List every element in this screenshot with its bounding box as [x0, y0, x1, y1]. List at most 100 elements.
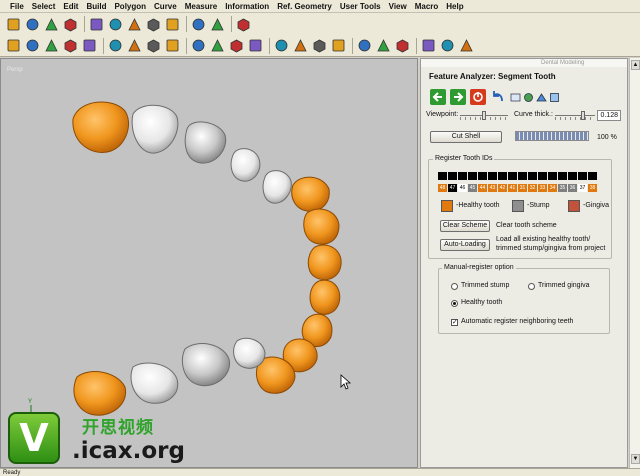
tooth-id-47[interactable]: 47 [448, 184, 457, 192]
copy-icon[interactable] [126, 16, 143, 33]
cut-shell-button[interactable]: Cut Shell [430, 131, 502, 143]
3d-viewport[interactable]: Persp Y [0, 58, 418, 468]
auto-register-checkbox[interactable]: ✓ [451, 319, 458, 326]
shade-icon[interactable] [190, 37, 207, 54]
viewpoint-slider[interactable] [460, 111, 508, 120]
clear-scheme-button[interactable]: Clear Scheme [440, 220, 490, 232]
gingiva-swatch[interactable] [568, 200, 580, 212]
menu-help[interactable]: Help [442, 2, 467, 11]
delete-icon[interactable] [164, 16, 181, 33]
curve-thickness-input[interactable]: 0.128 [597, 110, 621, 121]
forward-arrow-icon[interactable] [450, 89, 466, 105]
tooth-selector-34[interactable] [548, 172, 557, 180]
sphere-icon[interactable] [330, 37, 347, 54]
tooth-id-38[interactable]: 38 [588, 184, 597, 192]
tooth-id-48[interactable]: 48 [438, 184, 447, 192]
rotate-icon[interactable] [62, 37, 79, 54]
menu-select[interactable]: Select [28, 2, 60, 11]
menu-file[interactable]: File [6, 2, 28, 11]
scroll-up-icon[interactable]: ▲ [631, 60, 640, 70]
tooth-selector-41[interactable] [508, 172, 517, 180]
view-icon[interactable] [549, 92, 560, 103]
front-view-icon[interactable] [107, 37, 124, 54]
tooth-id-31[interactable]: 31 [518, 184, 527, 192]
menu-information[interactable]: Information [221, 2, 273, 11]
tooth-id-43[interactable]: 43 [488, 184, 497, 192]
menu-edit[interactable]: Edit [59, 2, 82, 11]
viewpoint-slider-thumb[interactable] [482, 111, 486, 120]
tooth-selector-32[interactable] [528, 172, 537, 180]
lightning-icon[interactable] [420, 37, 437, 54]
select-arrow-icon[interactable] [235, 16, 252, 33]
globe-icon[interactable] [311, 37, 328, 54]
render-icon[interactable] [228, 37, 245, 54]
tooth-selector-46[interactable] [458, 172, 467, 180]
save-icon[interactable] [43, 16, 60, 33]
tooth-selector-44[interactable] [478, 172, 487, 180]
tooth-selector-31[interactable] [518, 172, 527, 180]
pan-icon[interactable] [81, 37, 98, 54]
tooth-id-36[interactable]: 36 [568, 184, 577, 192]
side-view-icon[interactable] [145, 37, 162, 54]
tooth-selector-42[interactable] [498, 172, 507, 180]
grid-icon[interactable] [394, 37, 411, 54]
menu-view[interactable]: View [385, 2, 411, 11]
tooth-selector-36[interactable] [568, 172, 577, 180]
tooth-id-41[interactable]: 41 [508, 184, 517, 192]
tooth-selector-37[interactable] [578, 172, 587, 180]
tooth-selector-38[interactable] [588, 172, 597, 180]
color-icon[interactable] [439, 37, 456, 54]
tooth-id-35[interactable]: 35 [558, 184, 567, 192]
new-file-icon[interactable] [5, 16, 22, 33]
healthy-tooth-radio[interactable] [451, 300, 458, 307]
tooth-selector-33[interactable] [538, 172, 547, 180]
auto-loading-button[interactable]: Auto-Loading [440, 239, 490, 251]
panel-scrollbar[interactable]: ▲ ▼ [629, 58, 640, 468]
tooth-selector-35[interactable] [558, 172, 567, 180]
menu-ref-geometry[interactable]: Ref. Geometry [273, 2, 336, 11]
import-icon[interactable] [88, 16, 105, 33]
menu-measure[interactable]: Measure [181, 2, 221, 11]
redo-icon[interactable] [209, 16, 226, 33]
tooth-id-46[interactable]: 46 [458, 184, 467, 192]
trimmed-gingiva-radio[interactable] [528, 283, 535, 290]
open-file-icon[interactable] [24, 16, 41, 33]
dental-arch-model[interactable]: Y [1, 59, 418, 468]
help-icon[interactable] [510, 92, 521, 103]
material-icon[interactable] [273, 37, 290, 54]
tooth-id-45[interactable]: 45 [468, 184, 477, 192]
zoom-fit-icon[interactable] [43, 37, 60, 54]
curve-thickness-slider-thumb[interactable] [581, 111, 585, 120]
tooth-id-37[interactable]: 37 [578, 184, 587, 192]
trimmed-stump-radio[interactable] [451, 283, 458, 290]
tooth-selector-48[interactable] [438, 172, 447, 180]
zoom-icon[interactable] [5, 37, 22, 54]
menu-build[interactable]: Build [82, 2, 110, 11]
menu-macro[interactable]: Macro [411, 2, 443, 11]
cut-icon[interactable] [145, 16, 162, 33]
scroll-down-icon[interactable]: ▼ [631, 454, 640, 464]
tooth-id-32[interactable]: 32 [528, 184, 537, 192]
tooth-selector-47[interactable] [448, 172, 457, 180]
undo-icon[interactable] [490, 89, 506, 105]
top-view-icon[interactable] [126, 37, 143, 54]
undo-icon[interactable] [190, 16, 207, 33]
stop-icon[interactable] [470, 89, 486, 105]
print-icon[interactable] [62, 16, 79, 33]
zoom-window-icon[interactable] [24, 37, 41, 54]
tooth-id-42[interactable]: 42 [498, 184, 507, 192]
tooth-selector-45[interactable] [468, 172, 477, 180]
tooth-id-34[interactable]: 34 [548, 184, 557, 192]
menu-curve[interactable]: Curve [150, 2, 181, 11]
check-icon[interactable] [247, 37, 264, 54]
healthy-tooth-swatch[interactable] [441, 200, 453, 212]
menu-user-tools[interactable]: User Tools [336, 2, 385, 11]
tooth-id-33[interactable]: 33 [538, 184, 547, 192]
texture-icon[interactable] [292, 37, 309, 54]
wireframe-icon[interactable] [209, 37, 226, 54]
settings-icon[interactable] [523, 92, 534, 103]
filter-icon[interactable] [458, 37, 475, 54]
trim-icon[interactable] [356, 37, 373, 54]
stump-swatch[interactable] [512, 200, 524, 212]
iso-view-icon[interactable] [164, 37, 181, 54]
